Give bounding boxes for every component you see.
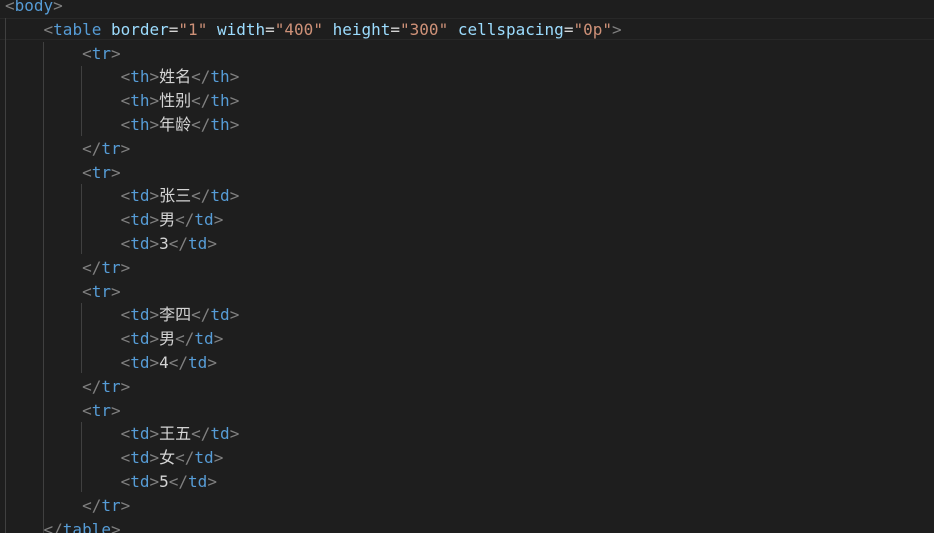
code-line-td: <td>4</td> (120, 352, 217, 372)
code-content: <body> <table border="1" width="400" hei… (5, 0, 622, 533)
code-line-th-age: <th>年龄</th> (120, 114, 240, 134)
code-line-tr-open: <tr> (82, 43, 121, 63)
code-line-tr-open: <tr> (82, 400, 121, 420)
code-line-tr-open: <tr> (82, 281, 121, 301)
code-line-td: <td>李四</td> (120, 305, 240, 325)
code-line-tr-close: </tr> (82, 495, 131, 515)
code-line-body-open: <body> (5, 0, 63, 15)
code-line-tr-close: </tr> (82, 257, 131, 277)
code-line-th-name: <th>姓名</th> (120, 67, 240, 87)
code-line-th-gender: <th>性别</th> (120, 91, 240, 111)
code-editor[interactable]: <body> <table border="1" width="400" hei… (0, 0, 934, 533)
code-line-tr-open: <tr> (82, 162, 121, 182)
code-line-td: <td>张三</td> (120, 186, 240, 206)
code-line-tr-close: </tr> (82, 138, 131, 158)
code-line-td: <td>男</td> (120, 329, 224, 349)
code-line-td: <td>女</td> (120, 448, 224, 468)
code-line-table-close: </table> (43, 519, 121, 533)
code-line-td: <td>3</td> (120, 233, 217, 253)
code-line-tr-close: </tr> (82, 376, 131, 396)
code-line-td: <td>王五</td> (120, 424, 240, 444)
code-line-table-open: <table border="1" width="400" height="30… (43, 19, 622, 39)
code-line-td: <td>5</td> (120, 471, 217, 491)
code-line-td: <td>男</td> (120, 210, 224, 230)
